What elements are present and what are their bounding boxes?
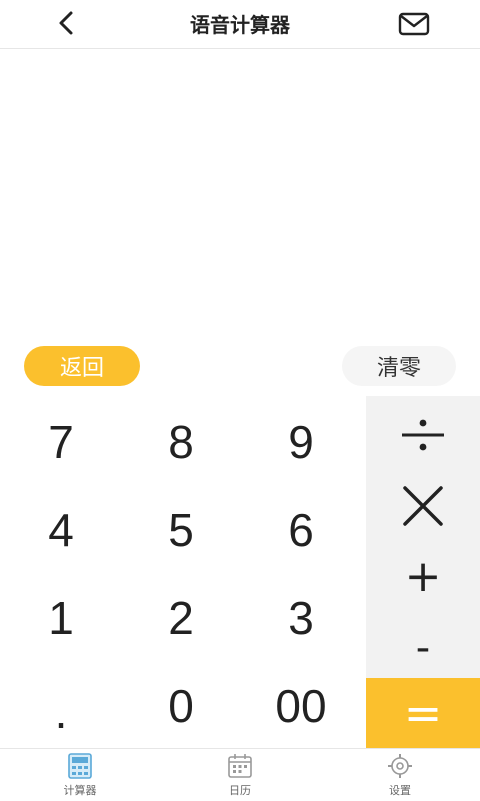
key-6[interactable]: 6 [246,490,356,570]
tab-calculator[interactable]: 计算器 [40,753,120,798]
multiply-button[interactable] [366,466,480,546]
header-bar: 语音计算器 [0,0,480,49]
tab-label: 计算器 [63,784,97,797]
tab-settings[interactable]: 设置 [360,753,440,798]
clear-button[interactable]: 清零 [342,346,456,386]
key-decimal[interactable]: . [6,672,116,752]
key-1[interactable]: 1 [6,578,116,658]
calendar-icon [228,754,252,778]
calculator-display [0,49,480,339]
tab-label: 日历 [229,784,251,797]
bottom-tab-bar: 计算器 日历 设置 [0,748,480,801]
back-button[interactable]: 返回 [24,346,140,386]
subtract-button[interactable]: - [366,608,480,688]
key-5[interactable]: 5 [126,490,236,570]
mail-icon[interactable] [398,11,430,37]
multiply-icon [403,486,443,526]
calculator-icon [68,753,92,779]
key-9[interactable]: 9 [246,402,356,482]
key-8[interactable]: 8 [126,402,236,482]
tab-calendar[interactable]: 日历 [200,753,280,798]
key-00[interactable]: 00 [246,666,356,746]
key-7[interactable]: 7 [6,402,116,482]
add-button[interactable]: + [366,536,480,616]
divide-button[interactable] [366,396,480,474]
tab-label: 设置 [389,784,411,797]
operator-column: + - = [366,396,480,748]
key-2[interactable]: 2 [126,578,236,658]
key-0[interactable]: 0 [126,666,236,746]
equals-button[interactable]: = [366,678,480,748]
key-4[interactable]: 4 [6,490,116,570]
settings-icon [388,754,412,778]
key-3[interactable]: 3 [246,578,356,658]
divide-icon [402,419,444,451]
